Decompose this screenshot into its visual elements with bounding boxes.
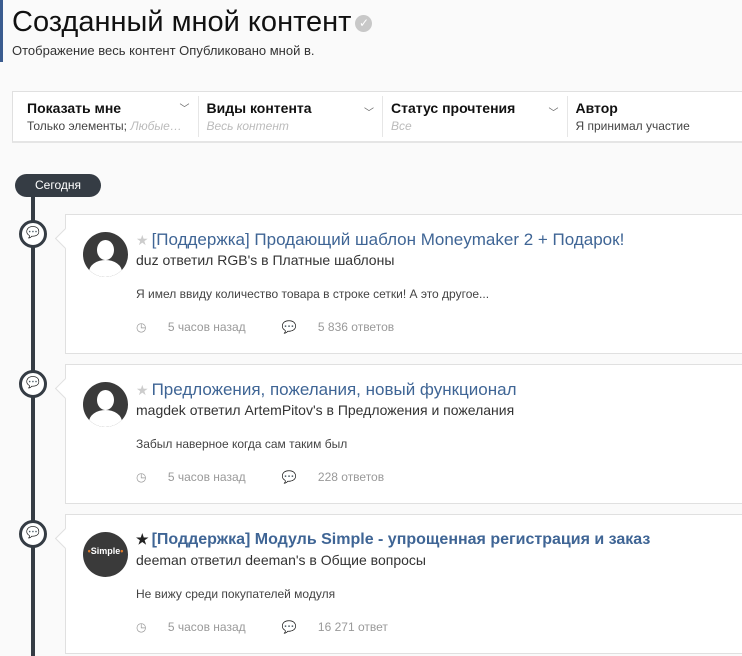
timeline-line	[31, 196, 35, 656]
clock-icon: ◷	[136, 320, 146, 334]
chevron-down-icon: ﹀	[364, 104, 374, 119]
activity-item: •Simple• ★[Поддержка] Модуль Simple - уп…	[65, 514, 742, 654]
item-meta: magdek ответил ArtemPitov's в Предложени…	[136, 402, 514, 418]
item-title[interactable]: ★[Поддержка] Модуль Simple - упрощенная …	[136, 531, 650, 549]
item-snippet: Не вижу среди покупателей модуля	[136, 587, 335, 601]
page-title: Созданный мной контент✓	[12, 6, 372, 39]
clock-icon: ◷	[136, 620, 146, 634]
filter-read-status[interactable]: Статус прочтенияВсе﹀	[382, 96, 566, 137]
avatar[interactable]: •Simple•	[83, 532, 128, 577]
avatar[interactable]	[83, 232, 128, 277]
comment-icon: 💬	[282, 320, 297, 334]
timeline-date-label: Сегодня	[15, 174, 101, 197]
filter-bar: Показать мнеТолько элементы; Любые…﹀ Вид…	[12, 91, 742, 143]
item-replies: 💬 5 836 ответов	[282, 320, 413, 334]
avatar[interactable]	[83, 382, 128, 427]
star-icon: ★	[136, 382, 149, 398]
chevron-down-icon: ﹀	[549, 104, 559, 119]
filter-author[interactable]: АвторЯ принимал участие	[567, 96, 742, 137]
comment-icon: 💬	[19, 520, 47, 548]
item-title[interactable]: ★[Поддержка] Продающий шаблон Moneymaker…	[136, 230, 624, 250]
page-subtitle: Отображение весь контент Опубликовано мн…	[12, 43, 315, 58]
item-meta: duz ответил RGB's в Платные шаблоны	[136, 252, 394, 268]
item-time: ◷ 5 часов назад	[136, 470, 264, 484]
item-time: ◷ 5 часов назад	[136, 620, 264, 634]
check-icon: ✓	[355, 15, 372, 32]
activity-item: ★[Поддержка] Продающий шаблон Moneymaker…	[65, 214, 742, 354]
activity-item: ★Предложения, пожелания, новый функциона…	[65, 364, 742, 504]
item-snippet: Я имел ввиду количество товара в строке …	[136, 287, 489, 301]
comment-icon: 💬	[19, 370, 47, 398]
item-meta: deeman ответил deeman's в Общие вопросы	[136, 552, 426, 568]
item-replies: 💬 16 271 ответ	[282, 620, 406, 634]
comment-icon: 💬	[19, 220, 47, 248]
clock-icon: ◷	[136, 470, 146, 484]
comment-icon: 💬	[282, 470, 297, 484]
item-time: ◷ 5 часов назад	[136, 320, 264, 334]
star-icon: ★	[136, 232, 149, 248]
filter-content-types[interactable]: Виды контентаВесь контент﹀	[198, 96, 382, 137]
left-edge-bar	[0, 0, 3, 62]
filter-show-me[interactable]: Показать мнеТолько элементы; Любые…﹀	[13, 92, 198, 141]
item-snippet: Забыл наверное когда сам таким был	[136, 437, 347, 451]
simple-logo: •Simple•	[83, 546, 128, 556]
item-replies: 💬 228 ответов	[282, 470, 402, 484]
comment-icon: 💬	[282, 620, 297, 634]
chevron-down-icon: ﹀	[180, 100, 190, 115]
item-title[interactable]: ★Предложения, пожелания, новый функциона…	[136, 380, 517, 400]
star-icon: ★	[136, 531, 149, 547]
